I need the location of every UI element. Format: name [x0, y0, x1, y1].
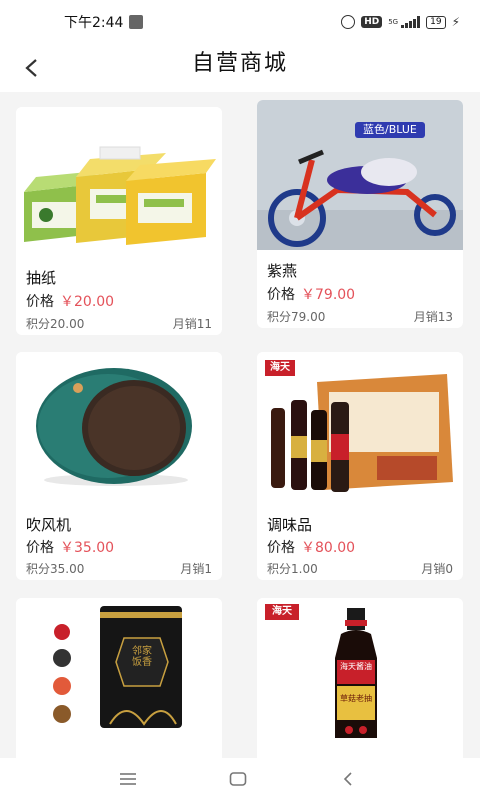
product-grid: 抽纸 价格 ￥20.00 积分20.00 月销11 蓝色/BLUE 紫燕 价格 ￥7…: [0, 92, 480, 758]
product-image: [16, 598, 222, 748]
rice-brand-label: 邻家饭香: [132, 646, 152, 668]
brand-badge: 海天: [265, 604, 299, 620]
battery-icon: 19: [426, 15, 446, 29]
bottle-sub-text: 草菇老抽: [340, 694, 372, 703]
signal-icon: [401, 16, 421, 28]
color-tag: 蓝色/BLUE: [355, 122, 425, 138]
price-label: 价格: [267, 287, 295, 303]
price-row: 价格 ￥35.00: [26, 537, 114, 557]
sales-text: 月销11: [172, 317, 212, 331]
product-name: 吹风机: [26, 516, 72, 534]
home-icon: [229, 772, 247, 786]
menu-button[interactable]: [108, 766, 148, 792]
status-time: 下午2:44: [64, 15, 124, 31]
points-text: 积分1.00: [267, 562, 318, 576]
product-card[interactable]: 海天 调味品 价格 ￥80.00 积分1.00 月销0: [257, 352, 463, 580]
charging-icon: ⚡: [451, 15, 460, 29]
network-type: 5G: [388, 17, 399, 26]
points-text: 积分35.00: [26, 562, 85, 576]
home-button[interactable]: [218, 766, 258, 792]
product-card[interactable]: 海天 海天酱油 草菇老抽: [257, 598, 463, 758]
product-card[interactable]: 抽纸 价格 ￥20.00 积分20.00 月销11: [16, 107, 222, 335]
points-text: 积分20.00: [26, 317, 85, 331]
price-value: ￥35.00: [60, 540, 115, 556]
brand-badge: 海天: [265, 360, 295, 376]
product-image: [257, 598, 463, 748]
price-label: 价格: [267, 540, 295, 556]
alarm-icon: [341, 15, 356, 29]
price-value: ￥80.00: [301, 540, 356, 556]
product-image: [16, 107, 222, 257]
back-icon: [343, 772, 352, 786]
product-card[interactable]: 吹风机 价格 ￥35.00 积分35.00 月销1: [16, 352, 222, 580]
system-nav-bar: [0, 758, 480, 800]
product-name: 紫燕: [267, 262, 298, 280]
hd-icon: HD: [361, 16, 383, 28]
bottle-label: 海天酱油: [337, 662, 375, 672]
sales-text: 月销0: [421, 562, 453, 576]
price-value: ￥79.00: [301, 287, 356, 303]
product-name: 抽纸: [26, 269, 57, 287]
price-row: 价格 ￥20.00: [26, 291, 114, 311]
price-row: 价格 ￥80.00: [267, 537, 355, 557]
bottle-label-text: 海天酱油: [340, 662, 372, 671]
sales-text: 月销13: [413, 310, 453, 324]
page-title: 自营商城: [191, 51, 288, 76]
nav-bar: 自营商城: [0, 44, 480, 92]
brand-badge-label: 海天: [270, 362, 290, 373]
product-card[interactable]: 邻家饭香: [16, 598, 222, 758]
status-icons: HD 5G 19 ⚡: [341, 15, 460, 29]
points-text: 积分79.00: [267, 310, 326, 324]
product-name: 调味品: [267, 516, 313, 534]
system-back-button[interactable]: [328, 766, 368, 792]
price-label: 价格: [26, 294, 54, 310]
price-row: 价格 ￥79.00: [267, 284, 355, 304]
price-value: ￥20.00: [60, 294, 115, 310]
status-bar: 下午2:44 HD 5G 19 ⚡: [0, 0, 480, 44]
brand-badge-label: 海天: [272, 606, 292, 617]
notification-icon: [129, 15, 144, 29]
price-label: 价格: [26, 540, 54, 556]
menu-icon: [120, 773, 136, 785]
product-image: [16, 352, 222, 502]
product-card[interactable]: 蓝色/BLUE 紫燕 价格 ￥79.00 积分79.00 月销13: [257, 100, 463, 328]
rice-brand-text: 邻家饭香: [130, 646, 154, 668]
color-tag-label: 蓝色/BLUE: [363, 123, 417, 136]
sales-text: 月销1: [180, 562, 212, 576]
bottle-sub-label: 草菇老抽: [337, 694, 375, 704]
